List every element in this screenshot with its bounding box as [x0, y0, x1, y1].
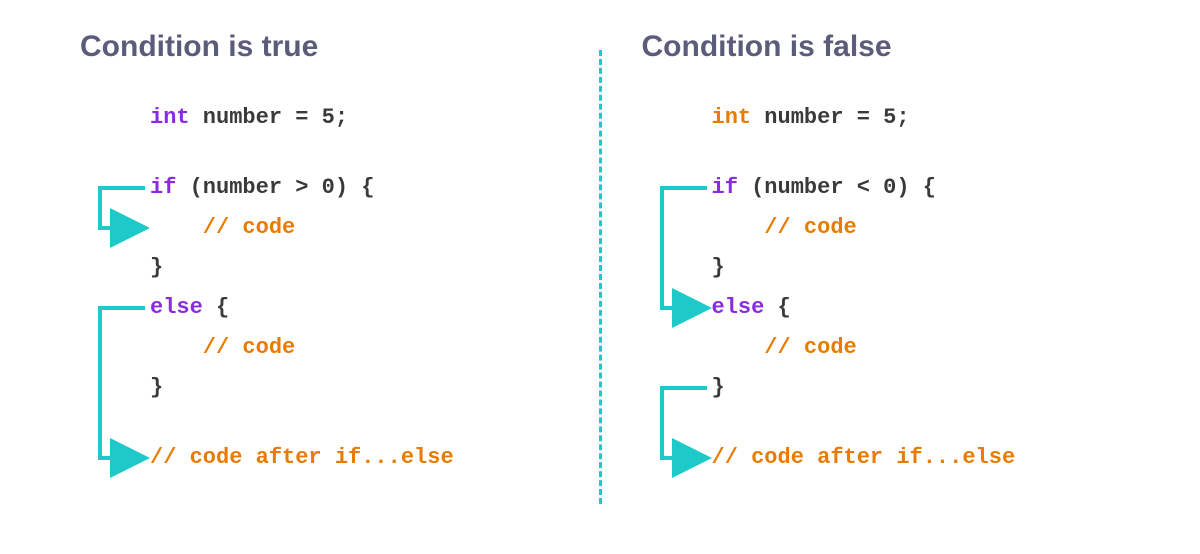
code-block-false: int number = 5; if (number < 0) { // cod… — [642, 98, 1121, 478]
keyword-if: if — [150, 175, 176, 200]
if-cond: (number < 0) { — [738, 175, 936, 200]
keyword-if: if — [712, 175, 738, 200]
flow-arrows-true — [80, 98, 150, 498]
code-line-else: else { — [150, 288, 559, 328]
keyword-int: int — [712, 105, 752, 130]
title-true: Condition is true — [80, 30, 559, 64]
code-line-if-body: // code — [712, 208, 1121, 248]
code-line-if-body: // code — [150, 208, 559, 248]
brace-close: } — [712, 255, 725, 280]
comment-after: // code after if...else — [712, 445, 1016, 470]
flow-arrows-false — [642, 98, 712, 498]
code-line-if-close: } — [712, 248, 1121, 288]
keyword-int: int — [150, 105, 190, 130]
comment-if-body: // code — [150, 215, 295, 240]
blank-line-2 — [712, 408, 1121, 438]
code-line-if: if (number < 0) { — [712, 168, 1121, 208]
code-line-else-close: } — [150, 368, 559, 408]
keyword-else: else — [712, 295, 765, 320]
decl-text: number = 5; — [751, 105, 909, 130]
blank-line-2 — [150, 408, 559, 438]
brace-close-2: } — [150, 375, 163, 400]
comment-else-body: // code — [712, 335, 857, 360]
else-open: { — [203, 295, 229, 320]
diagram-container: Condition is true int number = 5; if (nu… — [0, 0, 1200, 554]
code-line-decl: int number = 5; — [712, 98, 1121, 138]
comment-after: // code after if...else — [150, 445, 454, 470]
code-line-else-body: // code — [712, 328, 1121, 368]
brace-close-2: } — [712, 375, 725, 400]
blank-line — [712, 138, 1121, 168]
code-line-else-close: } — [712, 368, 1121, 408]
decl-text: number = 5; — [190, 105, 348, 130]
panel-true: Condition is true int number = 5; if (nu… — [40, 30, 599, 524]
code-line-else: else { — [712, 288, 1121, 328]
brace-close: } — [150, 255, 163, 280]
panel-false: Condition is false int number = 5; if (n… — [602, 30, 1161, 524]
code-line-else-body: // code — [150, 328, 559, 368]
else-open: { — [764, 295, 790, 320]
code-line-if: if (number > 0) { — [150, 168, 559, 208]
code-line-after: // code after if...else — [712, 438, 1121, 478]
keyword-else: else — [150, 295, 203, 320]
code-block-true: int number = 5; if (number > 0) { // cod… — [80, 98, 559, 478]
comment-else-body: // code — [150, 335, 295, 360]
comment-if-body: // code — [712, 215, 857, 240]
title-false: Condition is false — [642, 30, 1121, 64]
blank-line — [150, 138, 559, 168]
code-line-after: // code after if...else — [150, 438, 559, 478]
code-line-if-close: } — [150, 248, 559, 288]
if-cond: (number > 0) { — [176, 175, 374, 200]
code-line-decl: int number = 5; — [150, 98, 559, 138]
